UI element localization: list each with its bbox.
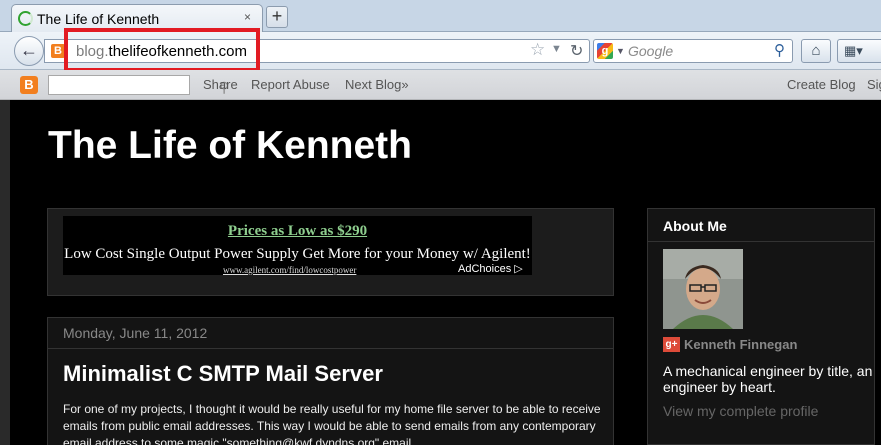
post-body: For one of my projects, I thought it wou…: [63, 402, 601, 445]
search-bar[interactable]: g ▼ Google ⚲: [593, 39, 793, 63]
blogger-favicon-icon: B: [51, 44, 65, 58]
post-title[interactable]: Minimalist C SMTP Mail Server: [63, 361, 383, 387]
view-profile-link[interactable]: View my complete profile: [663, 403, 818, 419]
google-engine-icon[interactable]: g: [597, 43, 613, 59]
new-tab-button[interactable]: +: [266, 6, 288, 28]
about-heading: About Me: [663, 218, 727, 234]
ad-url[interactable]: www.agilent.com/find/lowcostpower: [223, 265, 356, 275]
tab-title: The Life of Kenneth: [37, 11, 160, 27]
bookmarks-menu-button[interactable]: ▦▾: [837, 39, 881, 63]
tab-close-icon[interactable]: ×: [244, 10, 251, 24]
bookmark-star-icon[interactable]: ☆: [530, 40, 545, 60]
sign-in-link[interactable]: Sign In: [867, 77, 881, 92]
report-abuse-link[interactable]: Report Abuse: [251, 77, 330, 92]
next-blog-link[interactable]: Next Blog»: [345, 77, 409, 92]
reload-icon[interactable]: ↻: [570, 41, 583, 61]
blogger-navbar: B ⚲ Share Report Abuse Next Blog» Create…: [0, 70, 881, 100]
search-magnifier-icon[interactable]: ⚲: [774, 41, 785, 59]
ad-description: Low Cost Single Output Power Supply Get …: [64, 246, 531, 262]
ad-headline[interactable]: Prices as Low as $290: [63, 223, 532, 240]
url-highlight-box: [64, 28, 260, 72]
blog-title[interactable]: The Life of Kenneth: [48, 124, 412, 168]
back-button[interactable]: ←: [14, 36, 44, 66]
divider: [648, 241, 874, 242]
adchoices-badge[interactable]: AdChoices ▷: [458, 262, 523, 275]
blogger-logo-icon[interactable]: B: [20, 76, 38, 94]
post-date: Monday, June 11, 2012: [63, 325, 208, 341]
search-engine-dropdown-icon[interactable]: ▼: [616, 46, 625, 56]
post: Monday, June 11, 2012 Minimalist C SMTP …: [47, 317, 614, 445]
loading-spinner-icon: [18, 11, 33, 26]
ad-box[interactable]: Prices as Low as $290 Low Cost Single Ou…: [63, 216, 532, 275]
page-edge: [0, 100, 10, 445]
ad-panel: Prices as Low as $290 Low Cost Single Ou…: [47, 208, 614, 296]
divider: [48, 348, 613, 349]
url-history-dropdown-icon[interactable]: ▼: [551, 43, 562, 55]
search-input[interactable]: Google: [628, 43, 673, 59]
avatar[interactable]: [663, 249, 743, 329]
create-blog-link[interactable]: Create Blog: [787, 77, 856, 92]
share-link[interactable]: Share: [203, 77, 238, 92]
profile-name[interactable]: Kenneth Finnegan: [684, 337, 797, 352]
about-me-widget: About Me g+ Kenneth Finnegan A mechanica…: [647, 208, 875, 445]
google-plus-icon[interactable]: g+: [663, 337, 680, 352]
profile-description: A mechanical engineer by title, an engin…: [663, 363, 873, 395]
blog-search-input[interactable]: ⚲: [48, 75, 229, 95]
home-button[interactable]: ⌂: [801, 39, 831, 63]
